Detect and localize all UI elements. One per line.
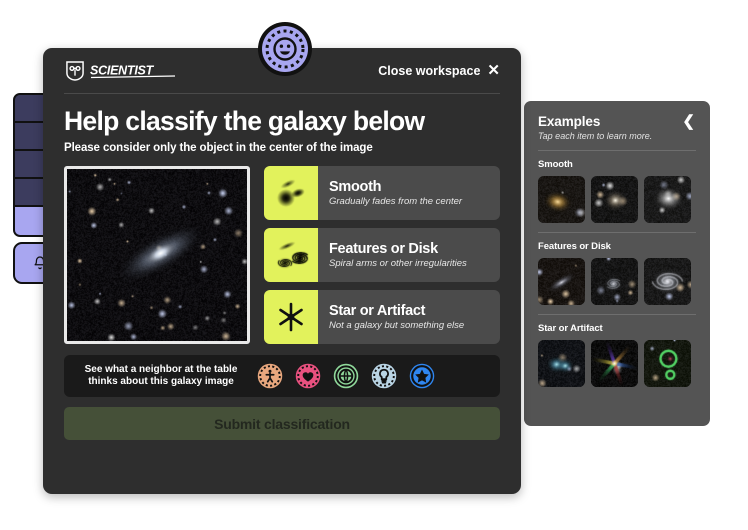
option-text: Smooth Gradually fades from the center	[318, 166, 462, 220]
close-workspace-label: Close workspace	[378, 63, 481, 78]
examples-thumb-row	[538, 176, 696, 223]
lightbulb-avatar-icon[interactable]	[370, 362, 398, 390]
examples-group-label: Star or Artifact	[538, 323, 603, 334]
option-smooth[interactable]: Smooth Gradually fades from the center	[264, 166, 500, 220]
close-x-icon[interactable]: ✕	[487, 63, 500, 78]
scientist-wordmark: SCIENTIST	[90, 63, 176, 78]
smooth-galaxy-icon	[264, 166, 318, 220]
six-point-star-glyph	[279, 302, 303, 332]
example-thumbnail[interactable]	[591, 176, 638, 223]
spiral-disk-icon	[264, 228, 318, 282]
neighbor-prompt: See what a neighbor at the table thinks …	[78, 364, 244, 389]
divider	[538, 150, 696, 151]
page-title: Help classify the galaxy below	[64, 106, 425, 136]
option-label: Star or Artifact	[329, 303, 426, 319]
example-thumbnail[interactable]	[538, 258, 585, 305]
examples-group-label: Features or Disk	[538, 241, 611, 252]
examples-header: Examples Tap each item to learn more. ❮	[538, 114, 696, 141]
examples-group-features: Features or Disk	[538, 241, 696, 305]
svg-text:SCIENTIST: SCIENTIST	[90, 63, 155, 77]
option-label: Features or Disk	[329, 241, 438, 257]
example-thumbnail[interactable]	[644, 340, 691, 387]
submit-classification-button[interactable]: Submit classification	[64, 407, 500, 440]
example-thumbnail[interactable]	[538, 340, 585, 387]
scientist-logo: SCIENTIST	[64, 60, 178, 82]
divider	[538, 314, 696, 315]
divider	[538, 232, 696, 233]
galaxy-subject-image[interactable]	[64, 166, 250, 344]
header-divider	[64, 93, 500, 94]
examples-subtitle: Tap each item to learn more.	[538, 131, 653, 141]
examples-title: Examples	[538, 114, 601, 129]
neighbor-opinion-bar: See what a neighbor at the table thinks …	[64, 355, 500, 397]
classification-work-area: Smooth Gradually fades from the center F…	[64, 166, 500, 344]
heart-avatar-icon[interactable]	[294, 362, 322, 390]
neighbor-prompt-line2: thinks about this galaxy image	[88, 376, 234, 387]
star-avatar-icon[interactable]	[408, 362, 436, 390]
option-text: Star or Artifact Not a galaxy but someth…	[318, 290, 464, 344]
globe-avatar-icon[interactable]	[332, 362, 360, 390]
classify-workspace-modal: SCIENTIST Close workspace ✕ Help classif…	[43, 48, 521, 494]
example-thumbnail[interactable]	[644, 176, 691, 223]
neighbor-avatars	[256, 362, 436, 390]
chevron-left-icon[interactable]: ❮	[681, 114, 696, 129]
screen: Examples Tap each item to learn more. ❮ …	[0, 0, 748, 530]
shield-scientist-logo	[66, 60, 84, 81]
option-star-or-artifact[interactable]: Star or Artifact Not a galaxy but someth…	[264, 290, 500, 344]
page-subtitle: Please consider only the object in the c…	[64, 142, 373, 154]
examples-group-artifact: Star or Artifact	[538, 323, 696, 387]
example-thumbnail[interactable]	[538, 176, 585, 223]
examples-thumb-row	[538, 258, 696, 305]
example-thumbnail[interactable]	[644, 258, 691, 305]
submit-label: Submit classification	[214, 415, 350, 432]
example-thumbnail[interactable]	[591, 258, 638, 305]
option-description: Gradually fades from the center	[329, 196, 463, 207]
option-description: Spiral arms or other irregularities	[329, 258, 467, 269]
option-features-or-disk[interactable]: Features or Disk Spiral arms or other ir…	[264, 228, 500, 282]
example-thumbnail[interactable]	[591, 340, 638, 387]
examples-thumb-row	[538, 340, 696, 387]
option-label: Smooth	[329, 179, 382, 195]
close-workspace-button[interactable]: Close workspace ✕	[378, 63, 500, 78]
smiley-face-badge-icon[interactable]	[256, 20, 314, 78]
neighbor-prompt-line1: See what a neighbor at the table	[84, 363, 238, 375]
classification-options: Smooth Gradually fades from the center F…	[264, 166, 500, 344]
option-description: Not a galaxy but something else	[329, 320, 465, 331]
star-artifact-icon	[264, 290, 318, 344]
examples-group-smooth: Smooth	[538, 159, 696, 223]
option-text: Features or Disk Spiral arms or other ir…	[318, 228, 467, 282]
examples-panel: Examples Tap each item to learn more. ❮ …	[524, 101, 710, 426]
person-avatar-icon[interactable]	[256, 362, 284, 390]
examples-group-label: Smooth	[538, 159, 573, 170]
